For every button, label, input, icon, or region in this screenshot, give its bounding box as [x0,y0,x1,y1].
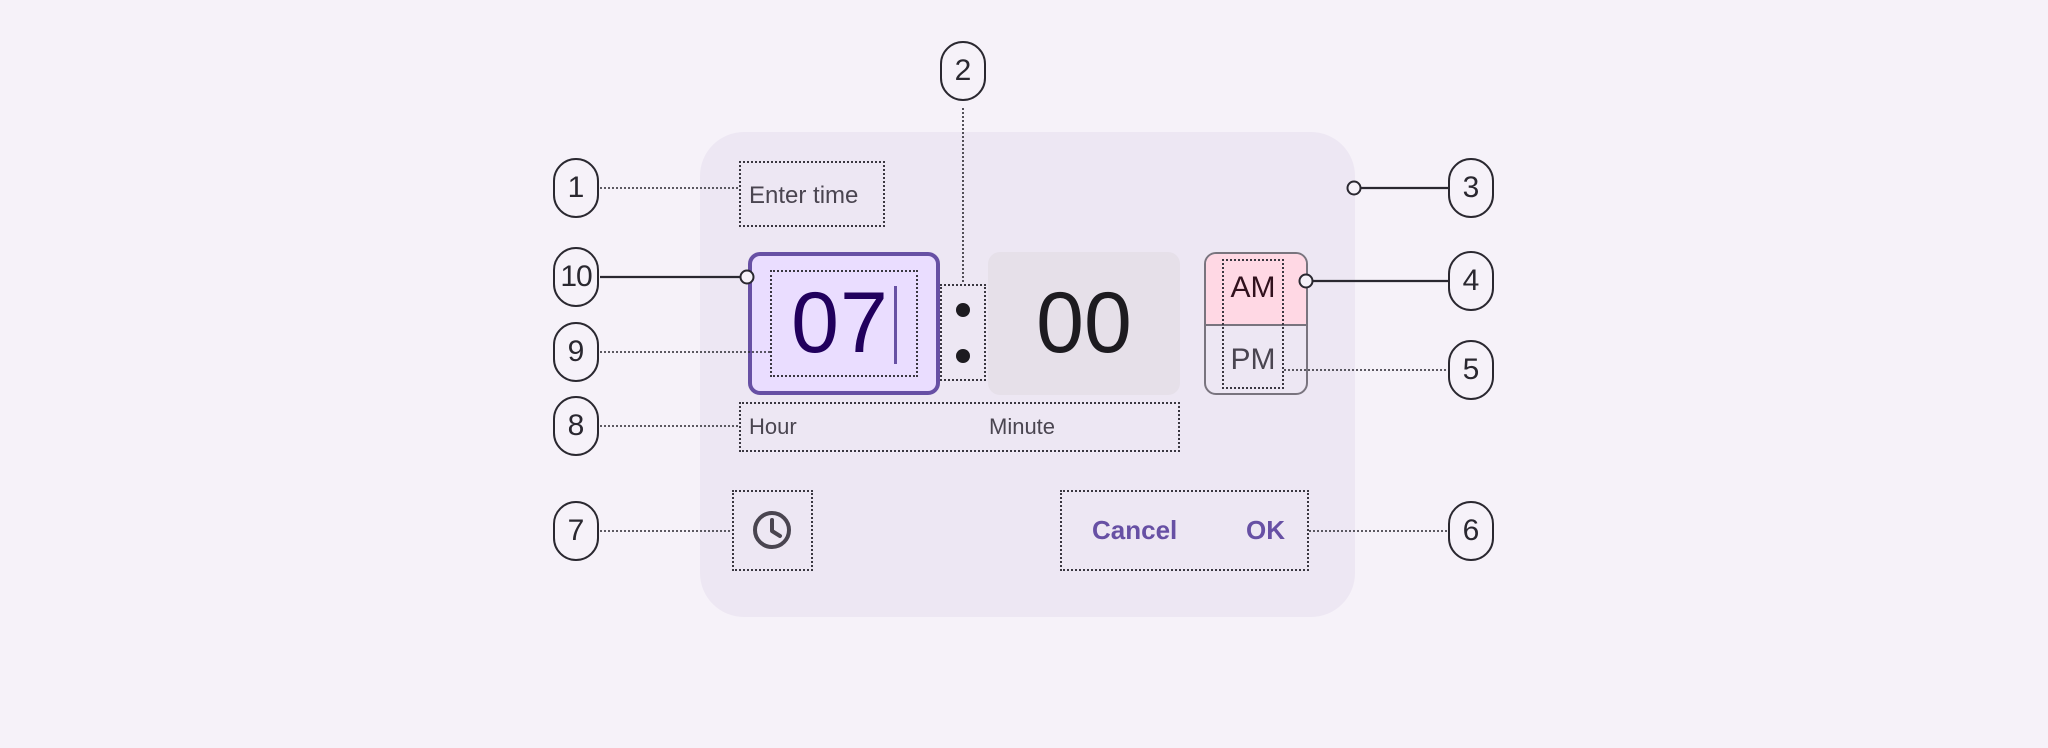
callout-8: 8 [553,396,599,456]
callout-9: 9 [553,322,599,382]
callout-3: 3 [1448,158,1494,218]
callout-1: 1 [553,158,599,218]
callout-5: 5 [1448,340,1494,400]
callout-6: 6 [1448,501,1494,561]
callout-10: 10 [553,247,599,307]
callout-7: 7 [553,501,599,561]
callout-4: 4 [1448,251,1494,311]
callout-2: 2 [940,41,986,101]
callout-leader-lines [600,108,1448,532]
